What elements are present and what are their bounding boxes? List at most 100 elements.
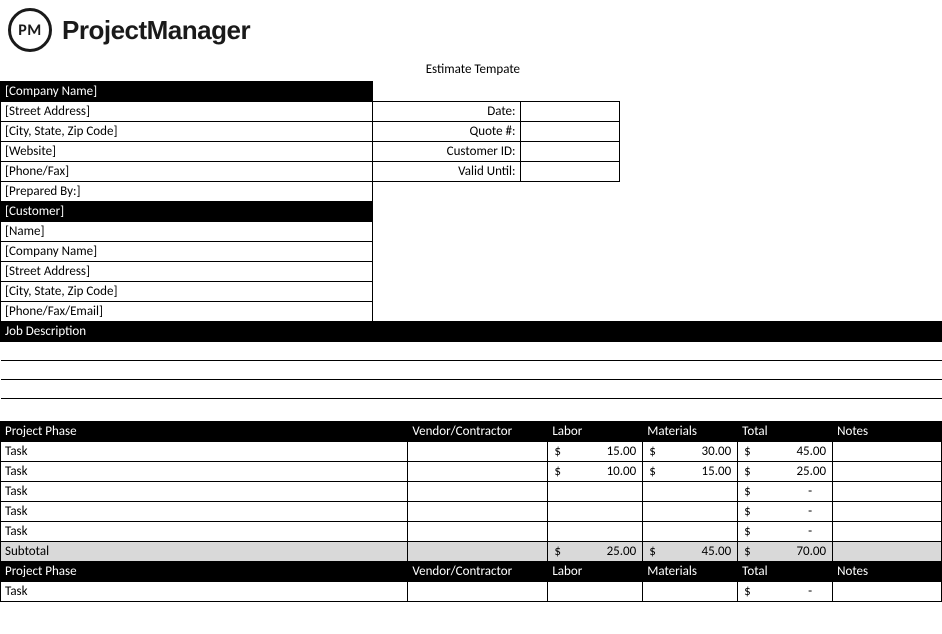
task-cell[interactable]: Task xyxy=(1,581,408,601)
vendor-cell[interactable] xyxy=(408,441,548,461)
notes-cell[interactable] xyxy=(833,481,942,501)
task-cell[interactable]: Task xyxy=(1,481,408,501)
company-preparedby-cell[interactable]: [Prepared By:] xyxy=(1,182,373,202)
meta-customerid-value[interactable] xyxy=(520,142,620,162)
subtotal-total: $70.00 xyxy=(738,541,833,561)
notes-cell[interactable] xyxy=(833,521,942,541)
materials-cell[interactable] xyxy=(643,521,738,541)
meta-customerid-label: Customer ID: xyxy=(372,142,520,162)
col-phase: Project Phase xyxy=(1,561,408,581)
meta-date-value[interactable] xyxy=(520,102,620,122)
notes-cell[interactable] xyxy=(833,441,942,461)
total-cell[interactable]: $25.00 xyxy=(738,461,833,481)
total-cell[interactable]: $- xyxy=(738,501,833,521)
customer-name-row: [Name] xyxy=(1,222,942,242)
jobdesc-line-1 xyxy=(1,342,942,361)
customer-header-row: [Customer] xyxy=(1,202,942,222)
brand-header: PM ProjectManager xyxy=(0,0,942,56)
company-header-cell: [Company Name] xyxy=(1,82,373,102)
col-phase: Project Phase xyxy=(1,421,408,441)
meta-quote-value[interactable] xyxy=(520,122,620,142)
jobdesc-line-2 xyxy=(1,361,942,380)
brand-name: ProjectManager xyxy=(62,15,250,46)
task-cell[interactable]: Task xyxy=(1,521,408,541)
jobdesc-line-3 xyxy=(1,380,942,399)
materials-cell[interactable] xyxy=(643,581,738,601)
notes-cell[interactable] xyxy=(833,581,942,601)
col-notes: Notes xyxy=(833,421,942,441)
table-row: Task $- xyxy=(1,481,942,501)
notes-cell[interactable] xyxy=(833,501,942,521)
logo-abbr: PM xyxy=(18,21,42,40)
vendor-cell[interactable] xyxy=(408,481,548,501)
materials-cell[interactable]: $30.00 xyxy=(643,441,738,461)
meta-validuntil-label: Valid Until: xyxy=(372,162,520,182)
col-labor: Labor xyxy=(548,561,643,581)
table-row: Task $- xyxy=(1,521,942,541)
subtotal-vendor xyxy=(408,541,548,561)
estimate-table: [Company Name] [Street Address] Date: [C… xyxy=(0,81,942,421)
company-street-cell[interactable]: [Street Address] xyxy=(1,102,373,122)
materials-cell[interactable] xyxy=(643,501,738,521)
customer-street-row: [Street Address] xyxy=(1,262,942,282)
labor-cell[interactable]: $10.00 xyxy=(548,461,643,481)
table-row: Task $- xyxy=(1,501,942,521)
company-street-row: [Street Address] Date: xyxy=(1,102,942,122)
phase-header-row: Project Phase Vendor/Contractor Labor Ma… xyxy=(1,561,942,581)
customer-csz-row: [City, State, Zip Code] xyxy=(1,282,942,302)
subtotal-materials: $45.00 xyxy=(643,541,738,561)
customer-contact-row: [Phone/Fax/Email] xyxy=(1,302,942,322)
col-materials: Materials xyxy=(643,561,738,581)
col-total: Total xyxy=(738,561,833,581)
jobdesc-cell[interactable] xyxy=(1,380,942,399)
labor-cell[interactable] xyxy=(548,581,643,601)
meta-validuntil-value[interactable] xyxy=(520,162,620,182)
company-csz-row: [City, State, Zip Code] Quote #: xyxy=(1,122,942,142)
logo-icon: PM xyxy=(8,8,52,52)
customer-header-cell: [Customer] xyxy=(1,202,373,222)
task-cell[interactable]: Task xyxy=(1,501,408,521)
task-cell[interactable]: Task xyxy=(1,441,408,461)
customer-csz-cell[interactable]: [City, State, Zip Code] xyxy=(1,282,373,302)
company-preparedby-row: [Prepared By:] xyxy=(1,182,942,202)
labor-cell[interactable]: $15.00 xyxy=(548,441,643,461)
customer-contact-cell[interactable]: [Phone/Fax/Email] xyxy=(1,302,373,322)
jobdesc-header-row: Job Description xyxy=(1,322,942,342)
task-cell[interactable]: Task xyxy=(1,461,408,481)
phase-header-row: Project Phase Vendor/Contractor Labor Ma… xyxy=(1,421,942,441)
materials-cell[interactable] xyxy=(643,481,738,501)
company-csz-cell[interactable]: [City, State, Zip Code] xyxy=(1,122,373,142)
customer-company-row: [Company Name] xyxy=(1,242,942,262)
col-notes: Notes xyxy=(833,561,942,581)
col-vendor: Vendor/Contractor xyxy=(408,561,548,581)
company-website-cell[interactable]: [Website] xyxy=(1,142,373,162)
labor-cell[interactable] xyxy=(548,501,643,521)
jobdesc-header-cell: Job Description xyxy=(1,322,942,342)
subtotal-label: Subtotal xyxy=(1,541,408,561)
vendor-cell[interactable] xyxy=(408,501,548,521)
col-labor: Labor xyxy=(548,421,643,441)
labor-cell[interactable] xyxy=(548,521,643,541)
col-total: Total xyxy=(738,421,833,441)
meta-date-label: Date: xyxy=(372,102,520,122)
total-cell[interactable]: $45.00 xyxy=(738,441,833,461)
notes-cell[interactable] xyxy=(833,461,942,481)
labor-cell[interactable] xyxy=(548,481,643,501)
total-cell[interactable]: $- xyxy=(738,521,833,541)
vendor-cell[interactable] xyxy=(408,521,548,541)
table-row: Task $- xyxy=(1,581,942,601)
customer-name-cell[interactable]: [Name] xyxy=(1,222,373,242)
total-cell[interactable]: $- xyxy=(738,581,833,601)
company-phone-cell[interactable]: [Phone/Fax] xyxy=(1,162,373,182)
table-row: Task $15.00 $30.00 $45.00 xyxy=(1,441,942,461)
jobdesc-cell[interactable] xyxy=(1,361,942,380)
subtotal-labor: $25.00 xyxy=(548,541,643,561)
vendor-cell[interactable] xyxy=(408,581,548,601)
customer-street-cell[interactable]: [Street Address] xyxy=(1,262,373,282)
customer-company-cell[interactable]: [Company Name] xyxy=(1,242,373,262)
vendor-cell[interactable] xyxy=(408,461,548,481)
jobdesc-cell[interactable] xyxy=(1,342,942,361)
materials-cell[interactable]: $15.00 xyxy=(643,461,738,481)
doc-title: Estimate Tempate xyxy=(0,56,520,81)
total-cell[interactable]: $- xyxy=(738,481,833,501)
